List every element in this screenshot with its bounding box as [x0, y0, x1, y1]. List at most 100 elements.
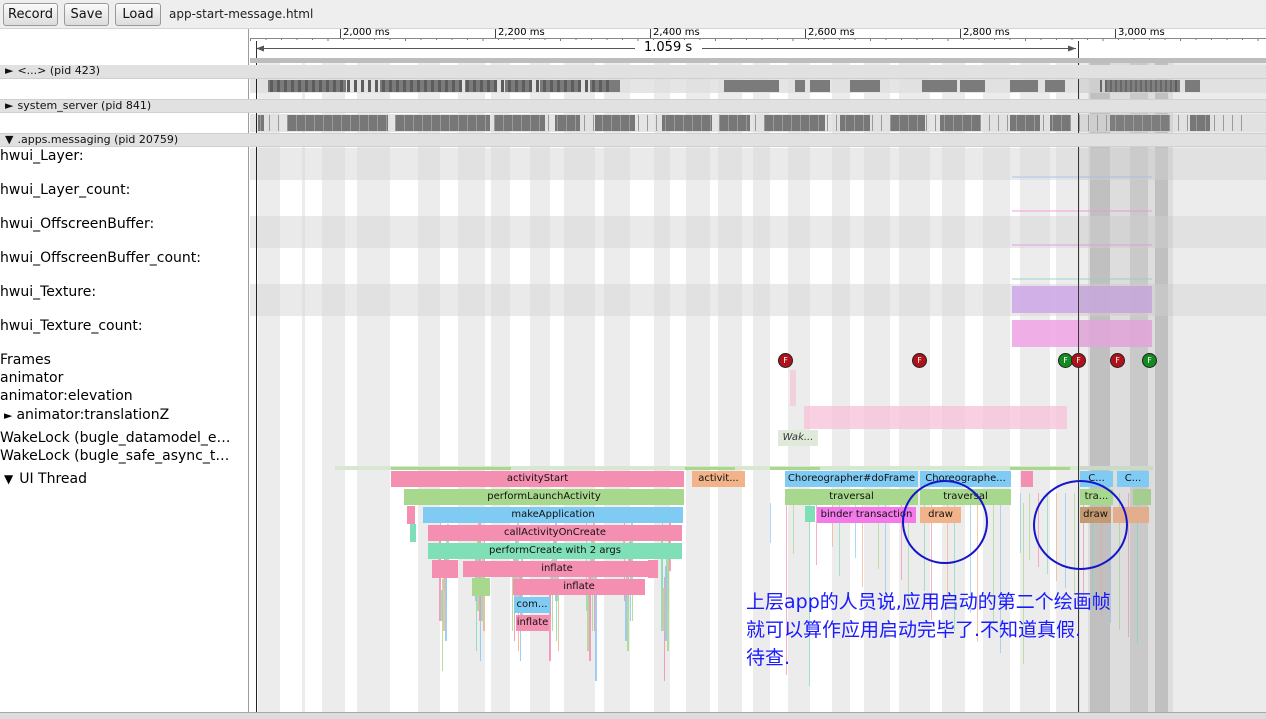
- thread-activity: [662, 115, 712, 131]
- track-label-animator-translationz[interactable]: ► animator:translationZ: [0, 407, 169, 423]
- frame-marker[interactable]: F: [778, 353, 793, 368]
- thread-activity: [836, 115, 837, 131]
- collapse-icon[interactable]: ▼: [5, 133, 13, 146]
- thread-activity: [719, 115, 720, 131]
- thread-blip: [1010, 467, 1070, 470]
- thread-activity: [998, 115, 999, 131]
- process-name: <...> (pid 423): [17, 64, 100, 77]
- trace-viewer: Record Save Load app-start-message.html …: [0, 0, 1266, 719]
- thread-activity: [424, 80, 427, 92]
- thread-activity: [521, 115, 522, 131]
- save-button[interactable]: Save: [64, 3, 109, 26]
- slice-choreographer[interactable]: Choreographer#doFrame: [785, 471, 918, 487]
- thread-activity: [575, 115, 576, 131]
- slice-activity-start[interactable]: activityStart: [391, 471, 684, 487]
- track-label-ui-thread[interactable]: ▼ UI Thread: [0, 471, 87, 487]
- thread-activity: [501, 80, 504, 92]
- bottom-scrollbar[interactable]: [0, 712, 1266, 719]
- thread-activity: [899, 115, 900, 131]
- expand-icon[interactable]: ►: [4, 409, 12, 422]
- slice-perform-launch-activity[interactable]: performLaunchActivity: [404, 489, 684, 505]
- ruler-tick-2600: 2,600 ms: [808, 27, 855, 38]
- process-header-system-server[interactable]: ► system_server (pid 841): [0, 99, 1266, 113]
- timeline-ruler[interactable]: 2,000 ms 2,200 ms 2,400 ms 2,600 ms 2,80…: [250, 27, 1266, 63]
- slice-com-short[interactable]: com...: [514, 597, 550, 613]
- frame-marker[interactable]: F: [1110, 353, 1125, 368]
- thread-activity: [386, 115, 387, 131]
- thread-activity: [296, 115, 297, 131]
- process-header-messaging[interactable]: ▼ .apps.messaging (pid 20759): [0, 133, 1266, 147]
- collapse-icon[interactable]: ▼: [4, 472, 13, 486]
- slice-inflate[interactable]: inflate: [463, 561, 651, 577]
- thread-activity: [854, 115, 855, 131]
- thread-activity: [512, 115, 513, 131]
- thread-blip: [391, 467, 511, 470]
- thread-activity: [810, 80, 830, 92]
- sample-spike: [627, 564, 629, 651]
- frame-marker[interactable]: F: [1142, 353, 1157, 368]
- record-button[interactable]: Record: [3, 3, 58, 26]
- thread-activity: [403, 80, 406, 92]
- slice-activit-short[interactable]: activit...: [692, 471, 745, 487]
- thread-activity: [550, 80, 553, 92]
- track-label-frames: Frames: [0, 352, 51, 368]
- slice-make-application[interactable]: makeApplication: [423, 507, 683, 523]
- thread-activity: [629, 115, 630, 131]
- thread-activity: [350, 115, 351, 131]
- wakelock-slice[interactable]: Wak...: [778, 430, 818, 446]
- thread-activity: [543, 80, 546, 92]
- expand-icon[interactable]: ►: [5, 64, 13, 77]
- thread-activity: [1196, 115, 1197, 131]
- thread-activity: [359, 115, 360, 131]
- thread-activity: [305, 80, 308, 92]
- thread-activity: [599, 80, 602, 92]
- thread-activity: [291, 80, 294, 92]
- thread-activity: [445, 80, 448, 92]
- thread-activity: [458, 115, 459, 131]
- thread-activity: [288, 115, 388, 131]
- slice-inflate[interactable]: inflate: [513, 579, 645, 595]
- expand-icon[interactable]: ►: [5, 99, 13, 112]
- load-button[interactable]: Load: [115, 3, 161, 26]
- thread-activity: [340, 80, 343, 92]
- thread-activity: [791, 115, 792, 131]
- thread-activity: [1025, 115, 1026, 131]
- thread-activity: [410, 80, 413, 92]
- thread-activity: [890, 115, 891, 131]
- thread-activity: [755, 115, 756, 131]
- slice-choreographer[interactable]: C...: [1117, 471, 1149, 487]
- thread-blip: [685, 467, 735, 470]
- thread-activity: [395, 115, 490, 131]
- slice-fragment: [1021, 471, 1033, 487]
- frame-marker[interactable]: F: [912, 353, 927, 368]
- thread-activity: [656, 115, 657, 131]
- thread-activity: [548, 115, 549, 131]
- thread-activity: [495, 115, 545, 131]
- thread-activity: [417, 80, 420, 92]
- process-header-pid-423[interactable]: ► <...> (pid 423): [0, 65, 1266, 79]
- thread-activity: [940, 115, 980, 131]
- thread-activity: [375, 80, 378, 92]
- thread-activity: [508, 80, 511, 92]
- slice-traversal[interactable]: traversal: [785, 489, 918, 505]
- thread-activity: [944, 115, 945, 131]
- frame-marker[interactable]: F: [1071, 353, 1086, 368]
- slice-perform-create[interactable]: performCreate with 2 args: [428, 543, 682, 559]
- thread-activity: [284, 80, 287, 92]
- thread-activity: [1070, 115, 1071, 131]
- thread-activity: [1016, 115, 1017, 131]
- thread-activity: [278, 115, 279, 131]
- slice-inflate[interactable]: inflate: [516, 615, 549, 631]
- sample-spike: [1029, 493, 1030, 560]
- thread-activity: [467, 115, 468, 131]
- thread-activity: [809, 115, 810, 131]
- thread-activity: [277, 80, 280, 92]
- thread-activity: [845, 115, 846, 131]
- thread-activity: [710, 115, 711, 131]
- thread-activity: [962, 115, 963, 131]
- thread-activity: [980, 115, 981, 131]
- slice-call-activity-on-create[interactable]: callActivityOnCreate: [428, 525, 682, 541]
- thread-activity: [438, 80, 441, 92]
- thread-activity: [1061, 115, 1062, 131]
- thread-activity: [1241, 115, 1242, 131]
